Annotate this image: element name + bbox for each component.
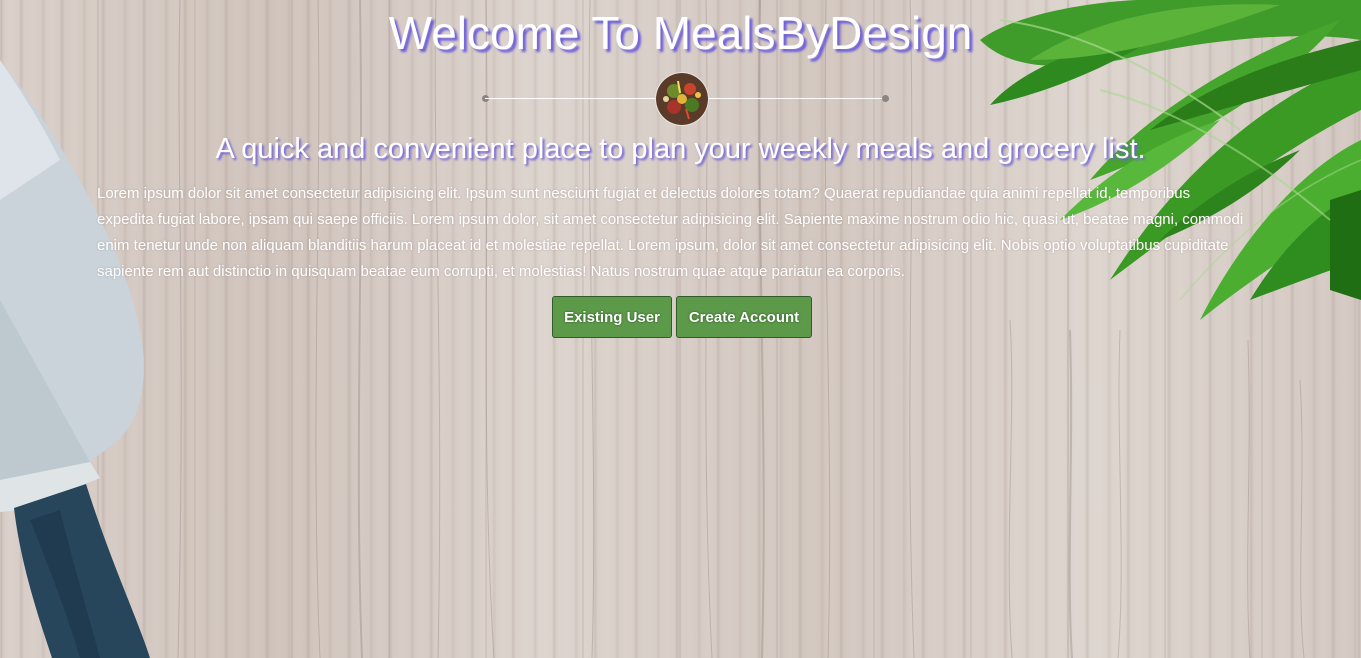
auth-actions: Existing User Create Account: [552, 296, 812, 338]
divider-line-left: [485, 98, 655, 99]
create-account-button[interactable]: Create Account: [676, 296, 812, 338]
page-title: Welcome To MealsByDesign: [388, 7, 973, 59]
intro-text: Lorem ipsum dolor sit amet consectetur a…: [97, 185, 1244, 280]
title-divider: [482, 72, 890, 126]
page-subtitle: A quick and convenient place to plan you…: [215, 133, 1146, 165]
divider-dot-right: [882, 95, 889, 102]
food-emblem-icon: [655, 72, 709, 126]
divider-line-right: [709, 98, 885, 99]
existing-user-button[interactable]: Existing User: [552, 296, 672, 338]
